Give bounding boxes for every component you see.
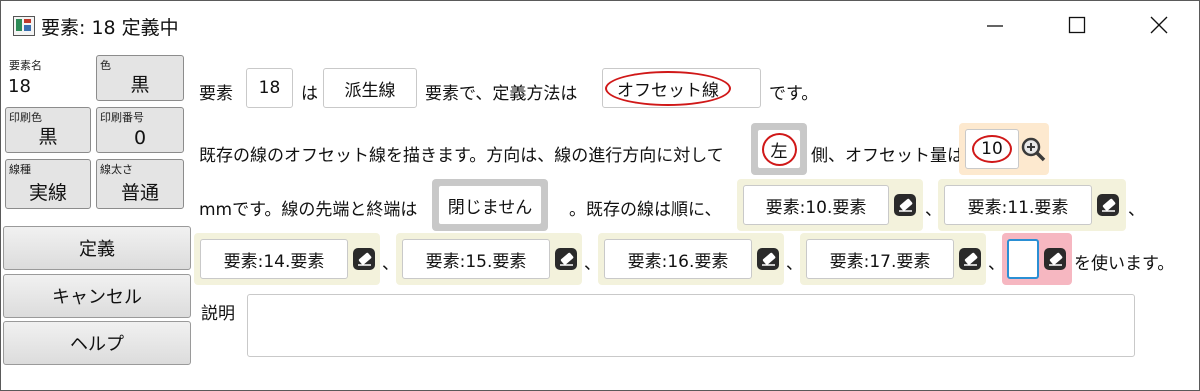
eraser-icon [1097, 194, 1119, 216]
element-name-caption: 要素名 [9, 59, 42, 72]
minimize-icon [987, 25, 1003, 27]
element-name-field[interactable]: 要素名 18 [5, 55, 91, 101]
eraser-icon [757, 248, 779, 270]
description-textarea[interactable] [247, 294, 1135, 357]
line-5-picker-button[interactable] [755, 246, 781, 272]
color-value: 黒 [130, 74, 150, 96]
eraser-icon [959, 248, 981, 270]
sentence-text: mmです。線の先端と終端は [199, 200, 418, 220]
element-id-field[interactable]: 18 [246, 68, 293, 108]
print-number-value: 0 [133, 127, 147, 149]
dialog-window: 要素: 18 定義中 要素名 18 色 黒 印刷色 黒 印刷番号 0 線種 実線… [0, 0, 1200, 391]
line-4-field[interactable]: 要素:15.要素 [402, 239, 550, 279]
line-2-picker-button[interactable] [1095, 192, 1121, 218]
color-button[interactable]: 色 黒 [96, 55, 184, 101]
sentence-text: は [301, 84, 318, 104]
closure-select[interactable]: 閉じません [438, 185, 542, 225]
print-color-button[interactable]: 印刷色 黒 [5, 107, 91, 153]
maximize-icon [1068, 16, 1086, 34]
sentence-text: 要素で、定義方法は [425, 84, 578, 104]
line-type-button[interactable]: 線種 実線 [5, 159, 91, 209]
maximize-button[interactable] [1057, 9, 1097, 41]
sentence-text: を使います。 [1074, 254, 1175, 274]
offset-value: 10 [972, 135, 1012, 163]
line-width-button[interactable]: 線太さ 普通 [96, 159, 184, 209]
line-3-field[interactable]: 要素:14.要素 [200, 239, 348, 279]
print-number-button[interactable]: 印刷番号 0 [96, 107, 184, 153]
cancel-button[interactable]: キャンセル [3, 274, 191, 318]
sentence-text: 側、オフセット量は [811, 146, 964, 166]
separator: 、 [1128, 200, 1145, 220]
close-icon [1150, 16, 1168, 34]
line-5-field[interactable]: 要素:16.要素 [604, 239, 752, 279]
line-6-picker-button[interactable] [957, 246, 983, 272]
zoom-in-icon [1021, 137, 1046, 162]
line-4-picker-button[interactable] [553, 246, 579, 272]
sentence-text: です。 [769, 84, 819, 104]
close-button[interactable] [1139, 9, 1179, 41]
title-bar: 要素: 18 定義中 [1, 1, 1199, 49]
sentence-text: 既存の線のオフセット線を描きます。方向は、線の進行方向に対して [199, 146, 724, 166]
line-type-value: 実線 [28, 182, 67, 204]
line-6-field[interactable]: 要素:17.要素 [806, 239, 954, 279]
print-number-caption: 印刷番号 [100, 111, 144, 124]
app-icon [13, 16, 35, 36]
element-kind-select[interactable]: 派生線 [323, 68, 417, 108]
eraser-icon [353, 248, 375, 270]
line-width-value: 普通 [120, 182, 159, 204]
zoom-in-button[interactable] [1020, 136, 1046, 162]
eraser-icon [1044, 248, 1066, 270]
sentence-text: 要素 [199, 84, 233, 104]
eraser-icon [894, 194, 916, 216]
line-3-picker-button[interactable] [351, 246, 377, 272]
description-label: 説明 [201, 304, 235, 324]
new-line-field[interactable] [1007, 239, 1039, 279]
line-2-field[interactable]: 要素:11.要素 [944, 185, 1092, 225]
help-button[interactable]: ヘルプ [3, 321, 191, 365]
direction-select[interactable]: 左 [757, 129, 801, 169]
line-1-picker-button[interactable] [892, 192, 918, 218]
new-line-picker-button[interactable] [1042, 246, 1068, 272]
line-1-field[interactable]: 要素:10.要素 [743, 185, 889, 225]
minimize-button[interactable] [975, 9, 1015, 41]
definition-method-select[interactable]: オフセット線 [602, 68, 761, 108]
direction-value: 左 [761, 132, 797, 166]
line-width-caption: 線太さ [100, 163, 133, 176]
print-color-value: 黒 [38, 126, 58, 148]
definition-method-value: オフセット線 [605, 70, 731, 106]
window-title: 要素: 18 定義中 [41, 17, 179, 39]
sentence-text: 。既存の線は順に、 [569, 200, 722, 220]
line-type-caption: 線種 [9, 163, 31, 176]
element-name-value: 18 [8, 76, 31, 97]
offset-field[interactable]: 10 [965, 129, 1019, 169]
define-button[interactable]: 定義 [3, 226, 191, 270]
eraser-icon [555, 248, 577, 270]
